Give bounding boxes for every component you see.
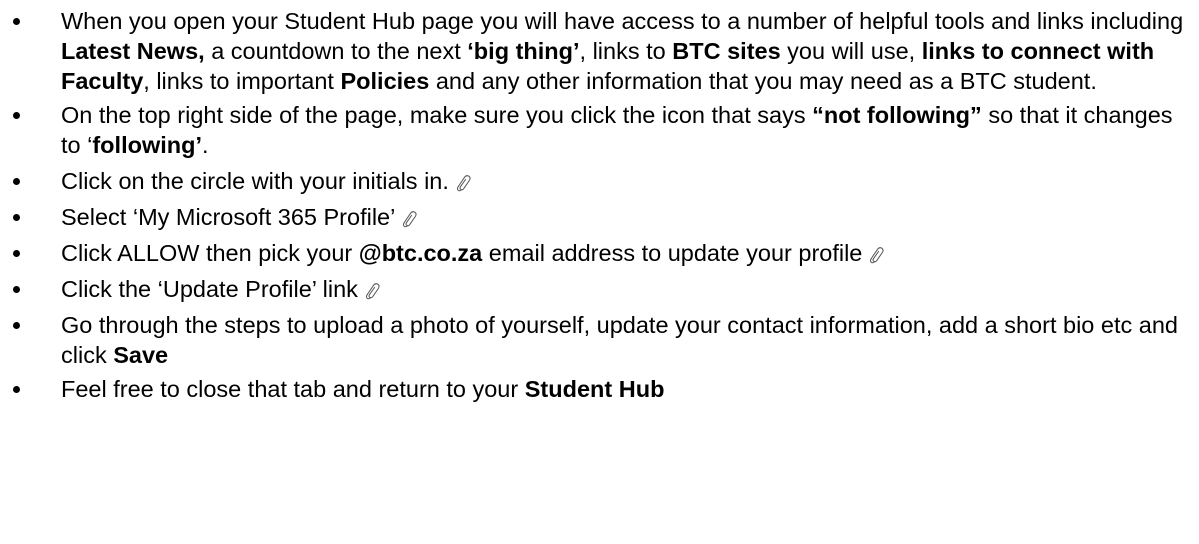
item-text: and any other information that you may n… xyxy=(429,68,1097,94)
item-text: . xyxy=(202,132,209,158)
list-item: When you open your Student Hub page you … xyxy=(0,6,1199,96)
item-text: Click the ‘Update Profile’ link xyxy=(61,276,358,302)
item-text: When you open your Student Hub page you … xyxy=(61,8,1184,34)
item-text: Click on the circle with your initials i… xyxy=(61,168,449,194)
list-item: Click ALLOW then pick your @btc.co.za em… xyxy=(0,238,1199,268)
bold-text: ‘big thing’ xyxy=(467,38,580,64)
bold-text: Student Hub xyxy=(524,376,665,402)
list-item: Select ‘My Microsoft 365 Profile’ xyxy=(0,202,1199,232)
item-text: you will use, xyxy=(780,38,922,64)
list-item: Click the ‘Update Profile’ link xyxy=(0,274,1199,304)
item-text: , links to xyxy=(579,38,673,64)
link-icon[interactable] xyxy=(364,277,382,300)
item-text: Go through the steps to upload a photo o… xyxy=(61,312,1178,368)
item-text: a countdown to the next xyxy=(204,38,468,64)
list-item: Feel free to close that tab and return t… xyxy=(0,374,1199,404)
bold-text: following’ xyxy=(92,132,202,158)
bold-text: Latest News, xyxy=(61,38,205,64)
item-text: On the top right side of the page, make … xyxy=(61,102,813,128)
bold-text: BTC sites xyxy=(672,38,781,64)
list-item: Go through the steps to upload a photo o… xyxy=(0,310,1199,370)
bold-text: Save xyxy=(113,342,169,368)
link-icon[interactable] xyxy=(455,169,473,192)
item-text: email address to update your profile xyxy=(482,240,863,266)
list-item: On the top right side of the page, make … xyxy=(0,100,1199,160)
link-icon[interactable] xyxy=(401,205,419,228)
link-icon[interactable] xyxy=(868,241,886,264)
bold-text: @btc.co.za xyxy=(358,240,483,266)
item-text: Feel free to close that tab and return t… xyxy=(61,376,525,402)
bold-text: “not following” xyxy=(812,102,982,128)
list-item: Click on the circle with your initials i… xyxy=(0,166,1199,196)
instruction-list: When you open your Student Hub page you … xyxy=(0,0,1199,404)
item-text: Select ‘My Microsoft 365 Profile’ xyxy=(61,204,396,230)
bold-text: Policies xyxy=(340,68,430,94)
item-text: Click ALLOW then pick your xyxy=(61,240,359,266)
item-text: , links to important xyxy=(143,68,341,94)
